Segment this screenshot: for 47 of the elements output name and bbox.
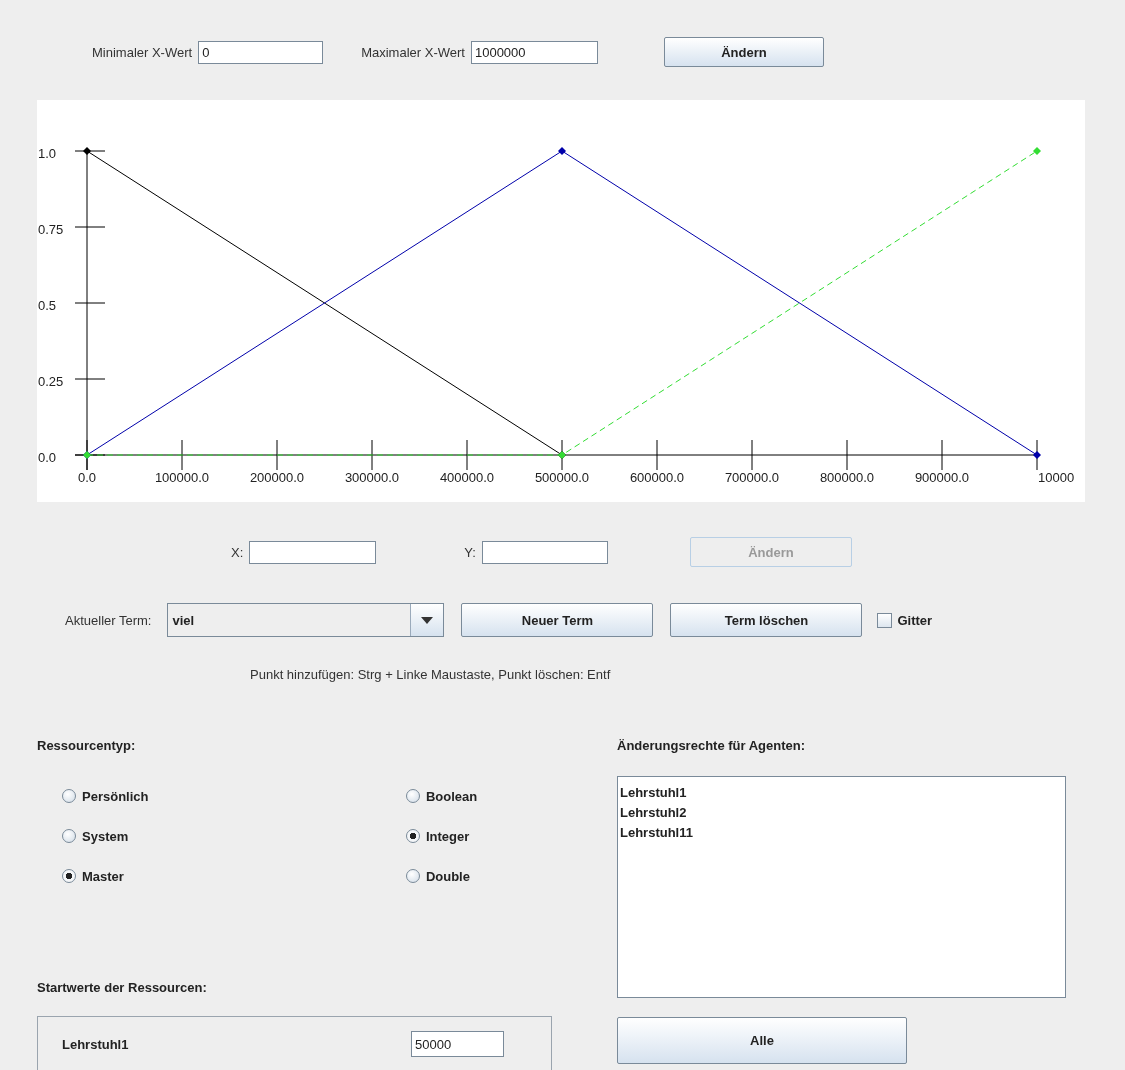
apply-range-button[interactable]: Ändern (663, 37, 824, 67)
new-term-button[interactable]: Neuer Term (461, 603, 654, 637)
x-tick-label: 500000.0 (534, 469, 590, 485)
x-tick-label: 10000 (1038, 469, 1075, 485)
start-value-field[interactable]: 50000 (411, 1031, 504, 1057)
y-tick-label: 0.25 (38, 373, 64, 389)
x-tick-label: 200000.0 (249, 469, 305, 485)
agent-list-item[interactable]: Lehrstuhl1 (620, 785, 687, 805)
radio-option[interactable]: Integer (405, 828, 552, 844)
y-tick-label: 0.5 (38, 297, 57, 313)
agent-list-item[interactable]: Lehrstuhl2 (620, 805, 687, 825)
y-label: Y: (464, 544, 476, 560)
select-all-button[interactable]: Alle (617, 1017, 907, 1064)
min-x-field[interactable]: 0 (198, 40, 324, 64)
x-tick-label: 300000.0 (344, 469, 400, 485)
x-tick-label: 400000.0 (439, 469, 495, 485)
radio-option[interactable]: System (62, 828, 406, 844)
grid-checkbox[interactable]: Gitter (877, 612, 933, 628)
x-tick-label: 900000.0 (914, 469, 970, 485)
agent-list-item[interactable]: Lehrstuhl11 (620, 825, 693, 845)
y-field[interactable] (481, 540, 608, 564)
section-title: Ressourcentyp: (37, 738, 137, 754)
x-tick-label: 600000.0 (629, 469, 685, 485)
radio-option[interactable]: Master (62, 868, 406, 884)
dropdown-arrow-icon (421, 616, 434, 624)
term-dropdown[interactable]: viel (167, 603, 445, 637)
delete-term-button[interactable]: Term löschen (670, 603, 863, 637)
hint-text: Punkt hinzufügen: Strg + Linke Maustaste, Punkt löschen: Entf (250, 667, 612, 682)
x-tick-label: 800000.0 (819, 469, 875, 485)
x-tick-label: 0.0 (77, 469, 97, 485)
x-tick-label: 100000.0 (154, 469, 210, 485)
section-title: Änderungsrechte für Agenten: (617, 738, 807, 754)
y-tick-label: 0.0 (38, 449, 57, 465)
radio-option[interactable]: Boolean (405, 788, 552, 804)
y-tick-label: 0.75 (38, 221, 64, 237)
max-x-field[interactable]: 1000000 (470, 40, 598, 64)
resource-name: Lehrstuhl1 (62, 1036, 130, 1052)
section-title: Startwerte der Ressourcen: (37, 980, 208, 996)
y-tick-label: 1.0 (38, 145, 57, 161)
term-label: Aktueller Term: (65, 612, 152, 628)
x-tick-label: 700000.0 (724, 469, 780, 485)
x-field[interactable] (249, 540, 377, 564)
radio-option[interactable]: Persönlich (62, 788, 406, 804)
radio-option[interactable]: Double (405, 868, 552, 884)
x-label: X: (231, 544, 244, 560)
min-x-label: Minimaler X-Wert (92, 44, 193, 60)
max-x-label: Maximaler X-Wert (361, 44, 465, 60)
